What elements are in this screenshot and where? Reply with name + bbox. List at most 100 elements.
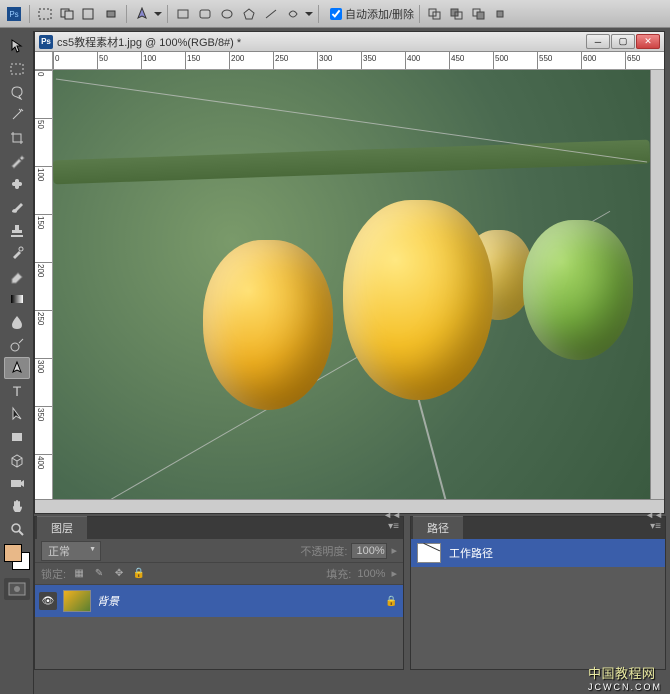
close-button[interactable]: ✕ <box>636 34 660 49</box>
shape-ellipse-icon[interactable] <box>217 4 237 24</box>
ps-menu-icon[interactable]: Ps <box>4 4 24 24</box>
camera-3d-icon[interactable] <box>4 472 30 494</box>
fill-input[interactable]: 100% <box>357 568 385 580</box>
tab-paths[interactable]: 路径 <box>413 516 463 539</box>
watermark-line1: 中国教程网 <box>588 666 656 681</box>
new-selection-icon[interactable] <box>35 4 55 24</box>
ps-icon: Ps <box>39 35 53 49</box>
panel-collapse-icon[interactable]: ◄◄ <box>645 510 663 520</box>
separator <box>126 5 127 23</box>
shape-custom-icon[interactable] <box>283 4 303 24</box>
stamp-tool-icon[interactable] <box>4 219 30 241</box>
panel-collapse-icon[interactable]: ◄◄ <box>383 510 401 520</box>
shape-rect-icon[interactable] <box>173 4 193 24</box>
ruler-origin[interactable] <box>35 52 53 70</box>
opacity-slider-icon[interactable]: ▸ <box>391 544 397 557</box>
shape-line-icon[interactable] <box>261 4 281 24</box>
eraser-tool-icon[interactable] <box>4 265 30 287</box>
intersect-selection-icon[interactable] <box>101 4 121 24</box>
document-window: Ps cs5教程素材1.jpg @ 100%(RGB/8#) * ─ ▢ ✕ 0… <box>34 31 665 514</box>
path-row[interactable]: 工作路径 <box>411 539 665 567</box>
panel-tabs: ◄◄ 路径 ▾≡ <box>411 517 665 539</box>
subtract-selection-icon[interactable] <box>79 4 99 24</box>
lock-image-icon[interactable]: ✎ <box>92 567 106 581</box>
panel-tabs: ◄◄ 图层 ▾≡ <box>35 517 403 539</box>
panel-menu-icon[interactable]: ▾≡ <box>650 521 661 532</box>
auto-add-delete-input[interactable] <box>330 8 342 20</box>
layer-name[interactable]: 背景 <box>97 593 379 609</box>
3d-tool-icon[interactable] <box>4 449 30 471</box>
panels-area: ◄◄ 图层 ▾≡ 正常 不透明度: 100% ▸ 锁定: ▦ ✎ ✥ 🔒 填充:… <box>34 516 666 670</box>
add-selection-icon[interactable] <box>57 4 77 24</box>
visibility-icon[interactable]: 👁 <box>39 592 57 610</box>
gradient-tool-icon[interactable] <box>4 288 30 310</box>
path-thumbnail[interactable] <box>417 543 441 563</box>
lock-label: 锁定: <box>41 566 66 582</box>
image-content <box>53 70 650 499</box>
crop-tool-icon[interactable] <box>4 127 30 149</box>
wand-tool-icon[interactable] <box>4 104 30 126</box>
layers-lock-row: 锁定: ▦ ✎ ✥ 🔒 填充: 100% ▸ <box>35 563 403 585</box>
opacity-input[interactable]: 100% <box>351 543 387 559</box>
path-list: 工作路径 <box>411 539 665 669</box>
tab-layers[interactable]: 图层 <box>37 516 87 539</box>
path-op2-icon[interactable] <box>447 4 467 24</box>
options-bar: Ps 自动添加/删除 <box>0 0 670 28</box>
layer-list: 👁 背景 🔒 <box>35 585 403 669</box>
layer-thumbnail[interactable] <box>63 590 91 612</box>
pen-tool-select-icon[interactable] <box>132 4 152 24</box>
pen-tool-icon[interactable] <box>4 357 30 379</box>
lock-transparency-icon[interactable]: ▦ <box>72 567 86 581</box>
svg-text:T: T <box>12 383 21 399</box>
separator <box>167 5 168 23</box>
fill-label: 填充: <box>326 566 351 582</box>
path-name[interactable]: 工作路径 <box>449 545 493 561</box>
zoom-tool-icon[interactable] <box>4 518 30 540</box>
vertical-ruler[interactable]: 050100150200250300350400 <box>35 70 53 499</box>
auto-add-delete-checkbox[interactable]: 自动添加/删除 <box>330 6 414 22</box>
shape-polygon-icon[interactable] <box>239 4 259 24</box>
history-brush-icon[interactable] <box>4 242 30 264</box>
minimize-button[interactable]: ─ <box>586 34 610 49</box>
dropdown-icon[interactable] <box>154 12 162 16</box>
path-select-icon[interactable] <box>4 403 30 425</box>
shape-tool-icon[interactable] <box>4 426 30 448</box>
move-tool-icon[interactable] <box>4 35 30 57</box>
document-title: cs5教程素材1.jpg @ 100%(RGB/8#) * <box>57 34 586 50</box>
canvas[interactable] <box>53 70 650 499</box>
status-bar <box>35 499 664 513</box>
horizontal-ruler[interactable]: 050100150200250300350400450500550600650 <box>53 52 664 70</box>
watermark: 中国教程网 JCWCN.COM <box>588 663 662 692</box>
lasso-tool-icon[interactable] <box>4 81 30 103</box>
color-swatches[interactable] <box>2 544 31 572</box>
eyedropper-tool-icon[interactable] <box>4 150 30 172</box>
paths-panel: ◄◄ 路径 ▾≡ 工作路径 <box>410 516 666 670</box>
brush-tool-icon[interactable] <box>4 196 30 218</box>
dropdown-icon[interactable] <box>305 12 313 16</box>
path-op4-icon[interactable] <box>491 4 511 24</box>
hand-tool-icon[interactable] <box>4 495 30 517</box>
separator <box>318 5 319 23</box>
foreground-color-swatch[interactable] <box>4 544 22 562</box>
panel-menu-icon[interactable]: ▾≡ <box>388 521 399 532</box>
svg-text:Ps: Ps <box>9 10 18 19</box>
maximize-button[interactable]: ▢ <box>611 34 635 49</box>
separator <box>29 5 30 23</box>
heal-tool-icon[interactable] <box>4 173 30 195</box>
type-tool-icon[interactable]: T <box>4 380 30 402</box>
lock-all-icon[interactable]: 🔒 <box>132 567 146 581</box>
blend-mode-select[interactable]: 正常 <box>41 541 101 561</box>
layer-row[interactable]: 👁 背景 🔒 <box>35 585 403 617</box>
tools-panel: T <box>0 31 34 694</box>
path-op1-icon[interactable] <box>425 4 445 24</box>
blur-tool-icon[interactable] <box>4 311 30 333</box>
quick-mask-icon[interactable] <box>4 578 30 600</box>
dodge-tool-icon[interactable] <box>4 334 30 356</box>
lock-position-icon[interactable]: ✥ <box>112 567 126 581</box>
path-op3-icon[interactable] <box>469 4 489 24</box>
document-titlebar[interactable]: Ps cs5教程素材1.jpg @ 100%(RGB/8#) * ─ ▢ ✕ <box>35 32 664 52</box>
vertical-scrollbar[interactable] <box>650 70 664 499</box>
marquee-tool-icon[interactable] <box>4 58 30 80</box>
fill-slider-icon[interactable]: ▸ <box>391 567 397 580</box>
shape-roundrect-icon[interactable] <box>195 4 215 24</box>
